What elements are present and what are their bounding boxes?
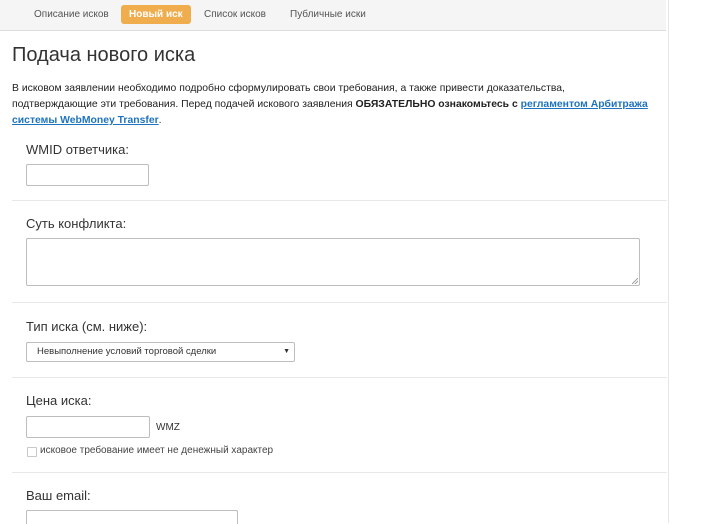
tab-claims-description[interactable]: Описание исков <box>26 5 117 24</box>
dropdown-arrow-icon: ▼ <box>283 348 290 355</box>
wmid-label: WMID ответчика: <box>26 142 129 157</box>
price-input[interactable] <box>26 416 150 438</box>
conflict-label: Суть конфликта: <box>26 216 127 231</box>
intro-end: . <box>158 115 162 126</box>
price-unit: WMZ <box>156 422 180 433</box>
divider <box>12 377 667 378</box>
page-title: Подача нового иска <box>12 44 196 66</box>
intro-bold: ОБЯЗАТЕЛЬНО ознакомьтесь с <box>355 99 518 110</box>
price-label: Цена иска: <box>26 393 92 408</box>
tab-claims-list[interactable]: Список исков <box>196 5 274 24</box>
top-nav: Описание исков Новый иск Список исков Пу… <box>0 0 666 31</box>
claim-type-selected: Невыполнение условий торговой сделки <box>37 346 217 357</box>
divider <box>12 472 667 473</box>
intro-text: В исковом заявлении необходимо подробно … <box>12 81 652 129</box>
claim-type-select[interactable]: Невыполнение условий торговой сделки ▼ <box>26 342 295 362</box>
email-input[interactable] <box>26 510 238 524</box>
tab-new-claim[interactable]: Новый иск <box>121 5 191 24</box>
email-label: Ваш email: <box>26 488 91 503</box>
wmid-input[interactable] <box>26 164 149 186</box>
tab-public-claims[interactable]: Публичные иски <box>282 5 374 24</box>
page: Описание исков Новый иск Список исков Пу… <box>0 0 669 524</box>
claim-type-label: Тип иска (см. ниже): <box>26 319 148 334</box>
nonmonetary-checkbox[interactable] <box>27 447 37 457</box>
divider <box>12 200 667 201</box>
nonmonetary-label: исковое требование имеет не денежный хар… <box>40 445 274 456</box>
conflict-textarea[interactable] <box>26 238 640 286</box>
resize-grip-icon[interactable] <box>632 278 638 284</box>
divider <box>12 302 667 303</box>
